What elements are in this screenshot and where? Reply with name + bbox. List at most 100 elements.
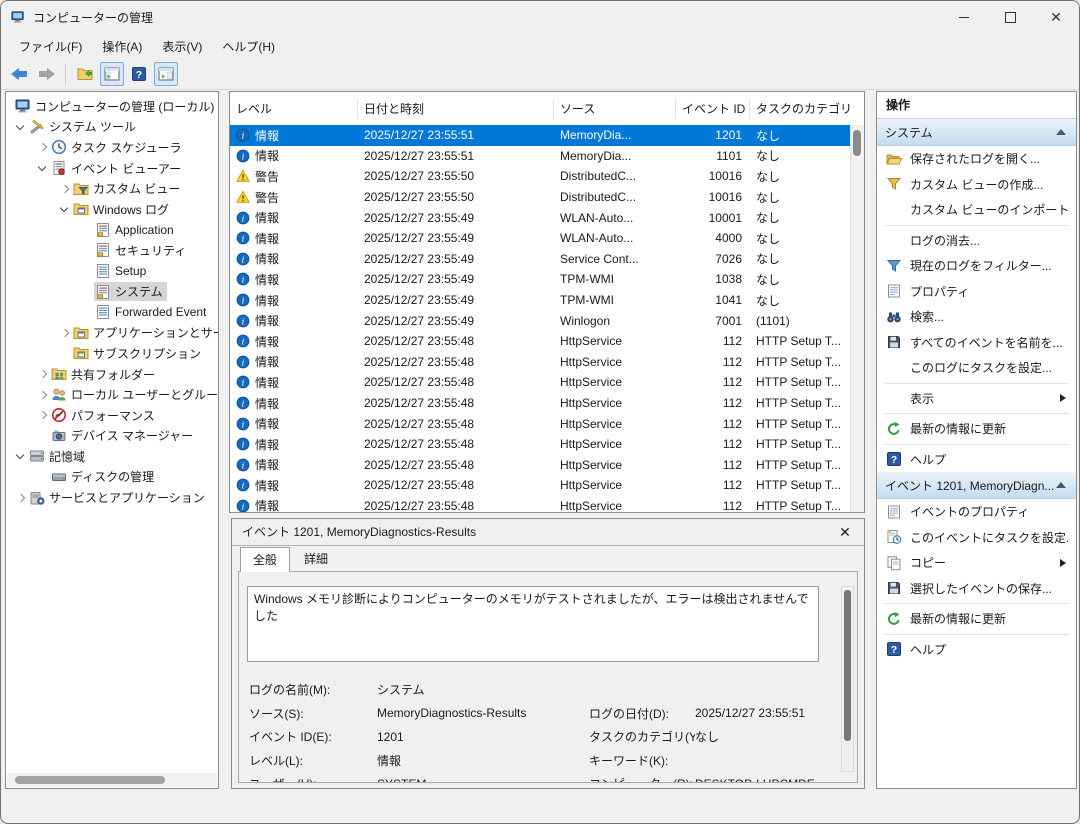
chevron-collapsed-icon[interactable]	[14, 491, 28, 505]
maximize-button[interactable]	[987, 1, 1033, 33]
tree-item-task-scheduler[interactable]: タスク スケジューラ	[6, 137, 218, 158]
tab-general[interactable]: 全般	[240, 547, 290, 572]
tree-item-apps-services-logs[interactable]: アプリケーションとサービス	[6, 323, 218, 344]
action-filter-current-log[interactable]: 現在のログをフィルター...	[877, 253, 1076, 279]
actions-section-header-event-1201[interactable]: イベント 1201, MemoryDiagn...	[877, 472, 1076, 499]
tree-item-subscriptions[interactable]: サブスクリプション	[6, 343, 218, 364]
chevron-collapsed-icon[interactable]	[36, 408, 50, 422]
event-row[interactable]: i情報2025/12/27 23:55:48HttpService112HTTP…	[230, 372, 851, 393]
action-help[interactable]: ?ヘルプ	[877, 637, 1076, 663]
action-refresh[interactable]: 最新の情報に更新	[877, 606, 1076, 632]
tree-item-log-security[interactable]: セキュリティ	[6, 240, 218, 261]
actions-section-header-system[interactable]: システム	[877, 119, 1076, 146]
tree-item-storage[interactable]: 記憶域	[6, 446, 218, 467]
tree-scrollbar-thumb[interactable]	[15, 776, 165, 784]
action-copy[interactable]: コピー	[877, 550, 1076, 576]
event-row[interactable]: i情報2025/12/27 23:55:48HttpService112HTTP…	[230, 496, 851, 512]
tree-item-device-manager[interactable]: デバイス マネージャー	[6, 426, 218, 447]
detail-scrollbar-thumb[interactable]	[844, 590, 851, 741]
back-button[interactable]	[7, 62, 31, 86]
column-header-level[interactable]: レベル	[230, 99, 358, 119]
detail-close-button[interactable]: ✕	[834, 519, 856, 545]
event-row[interactable]: i情報2025/12/27 23:55:49TPM-WMI1041なし	[230, 290, 851, 311]
chevron-expanded-icon[interactable]	[14, 449, 28, 463]
export-list-button[interactable]	[73, 62, 97, 86]
tree-item-event-viewer[interactable]: イベント ビューアー	[6, 158, 218, 179]
action-help[interactable]: ?ヘルプ	[877, 447, 1076, 473]
tree-item-local-users-groups[interactable]: ローカル ユーザーとグループ	[6, 384, 218, 405]
event-row[interactable]: i情報2025/12/27 23:55:48HttpService112HTTP…	[230, 393, 851, 414]
action-save-all-events-as[interactable]: すべてのイベントを名前を...	[877, 330, 1076, 356]
event-row[interactable]: i情報2025/12/27 23:55:48HttpService112HTTP…	[230, 413, 851, 434]
event-row[interactable]: i情報2025/12/27 23:55:49TPM-WMI1038なし	[230, 269, 851, 290]
chevron-expanded-icon[interactable]	[36, 161, 50, 175]
chevron-collapsed-icon[interactable]	[58, 326, 72, 340]
collapse-icon[interactable]	[1056, 129, 1066, 135]
event-list-scrollbar-thumb[interactable]	[853, 130, 861, 156]
tree-horizontal-scrollbar[interactable]	[7, 773, 217, 787]
event-message-box[interactable]: Windows メモリ診断によりコンピューターのメモリがテストされましたが、エラ…	[247, 586, 819, 662]
column-header-source[interactable]: ソース	[554, 99, 676, 119]
chevron-collapsed-icon[interactable]	[58, 182, 72, 196]
tree-item-custom-views[interactable]: カスタム ビュー	[6, 178, 218, 199]
menu-view[interactable]: 表示(V)	[152, 35, 212, 58]
collapse-icon[interactable]	[1056, 482, 1066, 488]
menu-help[interactable]: ヘルプ(H)	[212, 35, 285, 58]
chevron-collapsed-icon[interactable]	[36, 367, 50, 381]
action-event-properties[interactable]: イベントのプロパティ	[877, 499, 1076, 525]
chevron-expanded-icon[interactable]	[58, 202, 72, 216]
tree-item-windows-logs[interactable]: Windows ログ	[6, 199, 218, 220]
help-toolbar-button[interactable]: ?	[127, 62, 151, 86]
tree-item-log-application[interactable]: Application	[6, 220, 218, 241]
event-row[interactable]: 警告2025/12/27 23:55:50DistributedC...1001…	[230, 187, 851, 208]
action-pane-toggle-button[interactable]	[154, 62, 178, 86]
event-row[interactable]: i情報2025/12/27 23:55:48HttpService112HTTP…	[230, 455, 851, 476]
tree-item-shared-folders[interactable]: 共有フォルダー	[6, 364, 218, 385]
action-create-custom-view[interactable]: カスタム ビューの作成...	[877, 172, 1076, 198]
event-row[interactable]: i情報2025/12/27 23:55:48HttpService112HTTP…	[230, 434, 851, 455]
minimize-button[interactable]	[941, 1, 987, 33]
console-tree-toggle-button[interactable]	[100, 62, 124, 86]
event-row[interactable]: i情報2025/12/27 23:55:48HttpService112HTTP…	[230, 475, 851, 496]
event-list-scrollbar[interactable]	[850, 125, 864, 512]
tab-details[interactable]: 詳細	[292, 547, 340, 571]
action-properties[interactable]: プロパティ	[877, 279, 1076, 305]
event-row[interactable]: 警告2025/12/27 23:55:50DistributedC...1001…	[230, 166, 851, 187]
action-open-saved-log[interactable]: 保存されたログを開く...	[877, 146, 1076, 172]
chevron-collapsed-icon[interactable]	[36, 140, 50, 154]
tree-item-computer-management-root[interactable]: コンピューターの管理 (ローカル)	[6, 96, 218, 117]
chevron-collapsed-icon[interactable]	[36, 388, 50, 402]
tree-item-performance[interactable]: パフォーマンス	[6, 405, 218, 426]
event-row[interactable]: i情報2025/12/27 23:55:49WLAN-Auto...10001な…	[230, 207, 851, 228]
column-header-event-id[interactable]: イベント ID	[676, 99, 750, 119]
close-button[interactable]: ✕	[1033, 1, 1079, 33]
action-find[interactable]: 検索...	[877, 304, 1076, 330]
column-header-task-category[interactable]: タスクのカテゴリ	[750, 99, 864, 119]
tree-item-log-system[interactable]: システム	[6, 281, 218, 302]
tree-item-system-tools[interactable]: システム ツール	[6, 117, 218, 138]
event-row[interactable]: i情報2025/12/27 23:55:51MemoryDia...1101なし	[230, 146, 851, 167]
event-row[interactable]: i情報2025/12/27 23:55:51MemoryDia...1201なし	[230, 125, 851, 146]
tree-item-log-setup[interactable]: Setup	[6, 261, 218, 282]
forward-button[interactable]	[34, 62, 58, 86]
column-header-datetime[interactable]: 日付と時刻	[358, 99, 554, 119]
action-attach-task-to-log[interactable]: このログにタスクを設定...	[877, 355, 1076, 381]
action-attach-task-to-event[interactable]: このイベントにタスクを設定...	[877, 525, 1076, 551]
tree-item-services-applications[interactable]: サービスとアプリケーション	[6, 487, 218, 508]
event-row[interactable]: i情報2025/12/27 23:55:49WLAN-Auto...4000なし	[230, 228, 851, 249]
detail-scrollbar[interactable]	[841, 586, 854, 772]
chevron-expanded-icon[interactable]	[14, 120, 28, 134]
action-save-selected-events[interactable]: 選択したイベントの保存...	[877, 576, 1076, 602]
event-row[interactable]: i情報2025/12/27 23:55:49Winlogon7001(1101)	[230, 310, 851, 331]
menu-action[interactable]: 操作(A)	[92, 35, 152, 58]
menu-file[interactable]: ファイル(F)	[9, 35, 92, 58]
event-row[interactable]: i情報2025/12/27 23:55:49Service Cont...702…	[230, 249, 851, 270]
action-view[interactable]: 表示	[877, 386, 1076, 412]
event-row[interactable]: i情報2025/12/27 23:55:48HttpService112HTTP…	[230, 331, 851, 352]
action-clear-log[interactable]: ログの消去...	[877, 228, 1076, 254]
action-refresh[interactable]: 最新の情報に更新	[877, 416, 1076, 442]
action-import-custom-view[interactable]: カスタム ビューのインポート...	[877, 197, 1076, 223]
tree-item-log-forwarded-events[interactable]: Forwarded Event	[6, 302, 218, 323]
event-row[interactable]: i情報2025/12/27 23:55:48HttpService112HTTP…	[230, 352, 851, 373]
tree-item-disk-management[interactable]: ディスクの管理	[6, 467, 218, 488]
